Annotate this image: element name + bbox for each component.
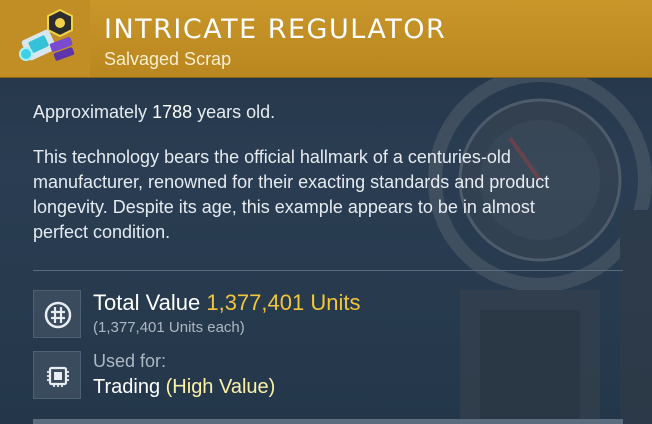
item-category: Salvaged Scrap	[104, 49, 232, 69]
total-value-line: Total Value 1,377,401 Units	[93, 290, 360, 316]
regulator-item-icon	[19, 8, 75, 61]
used-for-line: Trading (High Value)	[93, 376, 275, 399]
trade-chip-icon	[33, 351, 81, 399]
value-text: Total Value 1,377,401 Units (1,377,401 U…	[93, 290, 360, 336]
used-for-qualifier: (High Value)	[165, 376, 276, 398]
value-row: Total Value 1,377,401 Units (1,377,401 U…	[33, 290, 623, 340]
age-years: 1788	[152, 102, 193, 122]
total-value-label: Total Value	[93, 290, 201, 315]
item-icon-frame	[0, 0, 90, 77]
used-for-value: Trading	[93, 376, 161, 398]
panel-bottom-edge	[33, 419, 623, 424]
usage-text: Used for: Trading (High Value)	[93, 351, 275, 399]
section-divider	[33, 270, 623, 271]
item-title: INTRICATE REGULATOR	[104, 14, 447, 45]
used-for-label: Used for:	[93, 351, 167, 371]
age-prefix: Approximately	[33, 102, 148, 122]
units-currency-icon	[33, 290, 81, 338]
item-age: Approximately 1788 years old.	[33, 100, 623, 125]
item-description: This technology bears the official hallm…	[33, 147, 550, 242]
item-header: INTRICATE REGULATOR Salvaged Scrap	[0, 0, 652, 78]
item-tooltip-panel: INTRICATE REGULATOR Salvaged Scrap Appro…	[0, 0, 652, 424]
total-value-amount: 1,377,401 Units	[206, 290, 361, 315]
age-suffix: years old.	[197, 102, 276, 122]
value-each: (1,377,401 Units each)	[93, 319, 245, 336]
item-description-section: Approximately 1788 years old. This techn…	[33, 100, 623, 245]
usage-row: Used for: Trading (High Value)	[33, 351, 623, 401]
